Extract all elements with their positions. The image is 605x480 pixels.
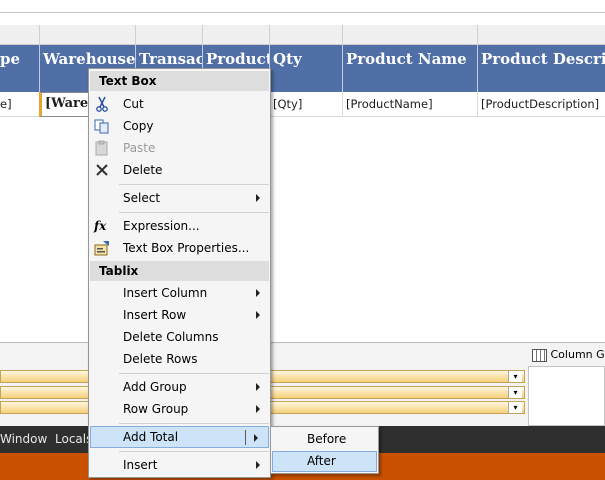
menu-item-paste[interactable]: Paste [90, 137, 269, 159]
design-surface-top [0, 0, 605, 25]
menu-item-expression[interactable]: fx Expression... [90, 215, 269, 237]
scissors-icon [96, 96, 108, 112]
submenu-arrow-icon [256, 461, 260, 469]
menu-split-separator [245, 430, 246, 445]
chevron-down-icon[interactable]: ▾ [508, 371, 522, 382]
column-handles[interactable] [0, 25, 605, 45]
menu-separator [119, 212, 269, 213]
menu-item-delete[interactable]: Delete [90, 159, 269, 181]
submenu-arrow-icon [256, 405, 260, 413]
menu-separator [119, 451, 269, 452]
tab-locals[interactable]: Locals [55, 432, 92, 446]
chevron-down-icon[interactable]: ▾ [508, 387, 522, 398]
menu-item-add-group[interactable]: Add Group [90, 376, 269, 398]
header-cell-type[interactable]: pe [0, 45, 40, 92]
menu-section-text-box: Text Box [90, 71, 269, 91]
tab-window[interactable]: Window [0, 432, 47, 446]
delete-x-icon [96, 164, 108, 176]
submenu-arrow-icon [256, 311, 260, 319]
column-groups-list[interactable] [528, 366, 605, 426]
submenu-arrow-icon [256, 194, 260, 202]
submenu-arrow-icon [256, 289, 260, 297]
submenu-item-before[interactable]: Before [272, 429, 377, 450]
menu-item-copy[interactable]: Copy [90, 115, 269, 137]
menu-section-tablix: Tablix [90, 261, 269, 281]
menu-item-delete-columns[interactable]: Delete Columns [90, 326, 269, 348]
menu-item-select[interactable]: Select [90, 187, 269, 209]
properties-icon [94, 241, 109, 256]
menu-item-insert-column[interactable]: Insert Column [90, 282, 269, 304]
menu-item-row-group[interactable]: Row Group [90, 398, 269, 420]
menu-item-text-box-properties[interactable]: Text Box Properties... [90, 237, 269, 259]
submenu-arrow-icon [256, 383, 260, 391]
header-cell-qty[interactable]: Qty [270, 45, 343, 92]
menu-separator [119, 184, 269, 185]
detail-cell-type[interactable]: e] [0, 92, 40, 117]
detail-cell-warehouse[interactable]: [Wareh [39, 92, 89, 117]
menu-item-delete-rows[interactable]: Delete Rows [90, 348, 269, 370]
chevron-down-icon[interactable]: ▾ [508, 402, 522, 413]
function-fx-icon: fx [94, 219, 107, 233]
paste-icon [95, 140, 108, 156]
copy-icon [94, 119, 109, 134]
column-groups-label: Column Gr [532, 348, 605, 364]
context-menu: Text Box Cut Copy Paste Delete Select fx… [88, 68, 271, 478]
header-cell-product-description[interactable]: Product Descript [478, 45, 605, 92]
menu-item-insert[interactable]: Insert [90, 454, 269, 476]
submenu-item-after[interactable]: After [272, 451, 377, 472]
menu-item-cut[interactable]: Cut [90, 93, 269, 115]
menu-item-add-total[interactable]: Add Total [90, 426, 269, 448]
menu-item-insert-row[interactable]: Insert Row [90, 304, 269, 326]
menu-separator [119, 423, 269, 424]
header-cell-product-name[interactable]: Product Name [343, 45, 478, 92]
detail-cell-product-name[interactable]: [ProductName] [343, 92, 478, 117]
column-groups-icon [532, 348, 547, 362]
menu-separator [119, 373, 269, 374]
detail-cell-qty[interactable]: [Qty] [270, 92, 343, 117]
detail-cell-product-description[interactable]: [ProductDescription] [478, 92, 605, 117]
add-total-submenu: Before After [270, 426, 379, 474]
submenu-arrow-icon [254, 434, 258, 442]
